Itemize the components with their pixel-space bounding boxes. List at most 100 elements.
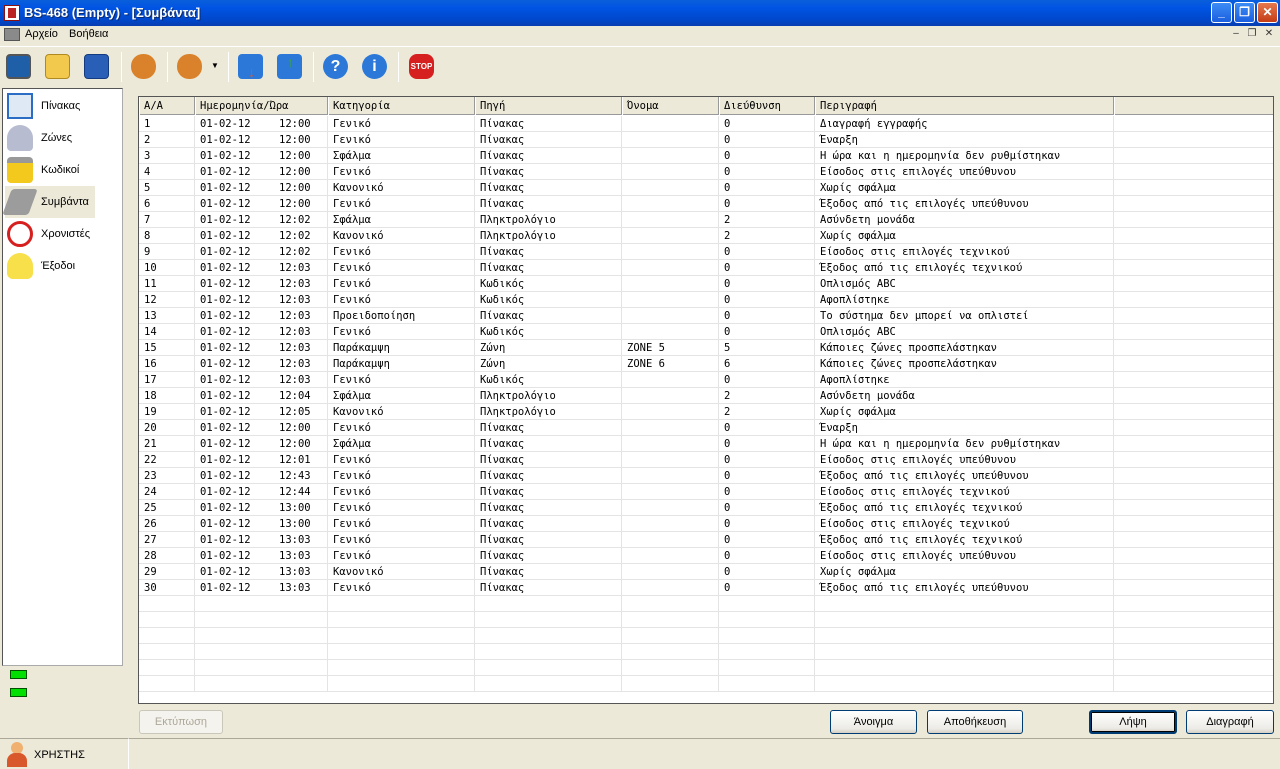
upload-button[interactable]: ↑ [273,51,306,83]
col-header-index[interactable]: Α/Α [139,97,195,115]
table-row[interactable]: 5 01-02-12 12:00 Κανονικό Πίνακας 0 Χωρίς σφάλ… [139,180,1273,196]
cell-description: Έξοδος από τις επιλογές τεχνικού [815,500,1114,516]
col-header-name[interactable]: Όνομα [622,97,719,115]
sidebar-item-outputs[interactable]: Έξοδοι [5,250,95,282]
monitor-button[interactable] [2,51,35,83]
table-row[interactable]: 13 01-02-12 12:03 Προειδοποίηση Πίνακας 0 Το σ… [139,308,1273,324]
cell-address: 0 [719,372,815,388]
table-row[interactable]: 24 01-02-12 12:44 Γενικό Πίνακας 0 Είσοδος στι… [139,484,1273,500]
table-row[interactable]: 10 01-02-12 12:03 Γενικό Πίνακας 0 Έξοδος από … [139,260,1273,276]
mdi-minimize-button[interactable]: – [1229,28,1243,41]
user-dropdown-button[interactable]: ▼ [173,51,221,83]
sidebar-item-zones[interactable]: Ζώνες [5,122,95,154]
help-button[interactable]: ? [319,51,352,83]
table-body: 1 01-02-12 12:00 Γενικό Πίνακας 0 Διαγραφή εγγ… [139,116,1273,692]
col-header-datetime[interactable]: Ημερομηνία/Ώρα [195,97,328,115]
sidebar-item-events[interactable]: Συμβάντα [2,186,95,218]
cell-date: 01-02-12 [200,406,251,418]
table-row[interactable]: 8 01-02-12 12:02 Κανονικό Πληκτρολόγιο 2 Χωρίς… [139,228,1273,244]
table-row[interactable]: 11 01-02-12 12:03 Γενικό Κωδικός 0 Οπλισμός AB… [139,276,1273,292]
table-row[interactable]: 6 01-02-12 12:00 Γενικό Πίνακας 0 Έξοδος από τ… [139,196,1273,212]
print-button[interactable]: Εκτύπωση [139,710,223,734]
info-button[interactable]: i [358,51,391,83]
mdi-restore-button[interactable]: ❐ [1245,28,1259,41]
receive-button[interactable]: Λήψη [1089,710,1177,734]
table-row[interactable]: 23 01-02-12 12:43 Γενικό Πίνακας 0 Έξοδος από … [139,468,1273,484]
menu-file[interactable]: Αρχείο [25,28,58,40]
cell-name [622,196,719,212]
users-button[interactable] [127,51,160,83]
app-icon[interactable] [4,5,20,21]
cell-category: Γενικό [328,500,475,516]
table-row[interactable]: 25 01-02-12 13:00 Γενικό Πίνακας 0 Έξοδος από … [139,500,1273,516]
cell-index: 23 [139,468,195,484]
cell-time: 12:02 [274,244,328,260]
stop-button[interactable]: STOP [405,51,438,83]
cell-description: Έναρξη [815,420,1114,436]
table-row[interactable]: 26 01-02-12 13:00 Γενικό Πίνακας 0 Είσοδος στι… [139,516,1273,532]
col-header-category[interactable]: Κατηγορία [328,97,475,115]
download-button[interactable]: ↓ [234,51,267,83]
cell-source: Πίνακας [475,484,622,500]
sidebar-item-codes[interactable]: Κωδικοί [5,154,95,186]
cell-index: 30 [139,580,195,596]
table-row[interactable]: 15 01-02-12 12:03 Παράκαμψη Ζώνη ZONE 5 5 Κάποι… [139,340,1273,356]
save-file-button[interactable]: Αποθήκευση [927,710,1023,734]
table-row[interactable]: 18 01-02-12 12:04 Σφάλμα Πληκτρολόγιο 2 Ασύνδε… [139,388,1273,404]
delete-button[interactable]: Διαγραφή [1186,710,1274,734]
close-button[interactable]: ✕ [1257,2,1278,23]
table-row[interactable]: 20 01-02-12 12:00 Γενικό Πίνακας 0 Έναρξη [139,420,1273,436]
open-button[interactable] [41,51,74,83]
save-disk-icon [84,54,109,79]
table-row[interactable]: 7 01-02-12 12:02 Σφάλμα Πληκτρολόγιο 2 Ασύνδετ… [139,212,1273,228]
toolbar: ▼ ↓ ↑ ? i STOP [0,46,1280,86]
window-title: BS-468 (Empty) - [Συμβάντα] [24,5,201,20]
cell-name [622,436,719,452]
col-header-description[interactable]: Περιγραφή [815,97,1114,115]
cell-date: 01-02-12 [200,310,251,322]
table-row[interactable]: 30 01-02-12 13:03 Γενικό Πίνακας 0 Έξοδος από … [139,580,1273,596]
cell-date: 01-02-12 [200,262,251,274]
table-row[interactable]: 2 01-02-12 12:00 Γενικό Πίνακας 0 Έναρξη [139,132,1273,148]
table-row[interactable]: 4 01-02-12 12:00 Γενικό Πίνακας 0 Είσοδος στις… [139,164,1273,180]
maximize-button[interactable]: ❐ [1234,2,1255,23]
table-row[interactable]: 3 01-02-12 12:00 Σφάλμα Πίνακας 0 Η ώρα και η … [139,148,1273,164]
sidebar-item-timers[interactable]: Χρονιστές [5,218,95,250]
cell-address: 0 [719,308,815,324]
cell-category: Παράκαμψη [328,356,475,372]
cell-index: 2 [139,132,195,148]
table-row[interactable]: 29 01-02-12 13:03 Κανονικό Πίνακας 0 Χωρίς σφά… [139,564,1273,580]
table-row[interactable]: 16 01-02-12 12:03 Παράκαμψη Ζώνη ZONE 6 6 Κάποι… [139,356,1273,372]
sidebar-item-panel[interactable]: Πίνακας [5,90,95,122]
cell-name [622,388,719,404]
events-table[interactable]: Α/Α Ημερομηνία/Ώρα Κατηγορία Πηγή Όνομα … [138,96,1274,704]
table-row[interactable]: 22 01-02-12 12:01 Γενικό Πίνακας 0 Είσοδος στι… [139,452,1273,468]
cell-category: Γενικό [328,292,475,308]
cell-name [622,532,719,548]
title-bar[interactable]: BS-468 (Empty) - [Συμβάντα] _ ❐ ✕ [0,0,1280,26]
col-header-address[interactable]: Διεύθυνση [719,97,815,115]
document-icon[interactable] [4,28,20,41]
cell-date: 01-02-12 [200,278,251,290]
table-row[interactable]: 21 01-02-12 12:00 Σφάλμα Πίνακας 0 Η ώρα και η… [139,436,1273,452]
table-row[interactable]: 17 01-02-12 12:03 Γενικό Κωδικός 0 Αφοπλίστηκε [139,372,1273,388]
cell-name [622,420,719,436]
table-row[interactable]: 9 01-02-12 12:02 Γενικό Πίνακας 0 Είσοδος στις… [139,244,1273,260]
open-button[interactable]: Άνοιγμα [830,710,917,734]
table-row[interactable]: 1 01-02-12 12:00 Γενικό Πίνακας 0 Διαγραφή εγγ… [139,116,1273,132]
table-row[interactable]: 12 01-02-12 12:03 Γενικό Κωδικός 0 Αφοπλίστηκε [139,292,1273,308]
save-button[interactable] [80,51,113,83]
table-row[interactable]: 19 01-02-12 12:05 Κανονικό Πληκτρολόγιο 2 Χωρί… [139,404,1273,420]
table-row[interactable]: 14 01-02-12 12:03 Γενικό Κωδικός 0 Οπλισμός AB… [139,324,1273,340]
table-row[interactable]: 27 01-02-12 13:03 Γενικό Πίνακας 0 Έξοδος από … [139,532,1273,548]
table-row[interactable]: 28 01-02-12 13:03 Γενικό Πίνακας 0 Είσοδος στι… [139,548,1273,564]
cell-address: 0 [719,324,815,340]
cell-address: 0 [719,500,815,516]
sidebar-item-label: Συμβάντα [41,196,89,208]
cell-name [622,244,719,260]
minimize-button[interactable]: _ [1211,2,1232,23]
col-header-source[interactable]: Πηγή [475,97,622,115]
cell-index: 29 [139,564,195,580]
mdi-close-button[interactable]: ✕ [1262,28,1276,41]
menu-help[interactable]: Βοήθεια [69,28,108,40]
